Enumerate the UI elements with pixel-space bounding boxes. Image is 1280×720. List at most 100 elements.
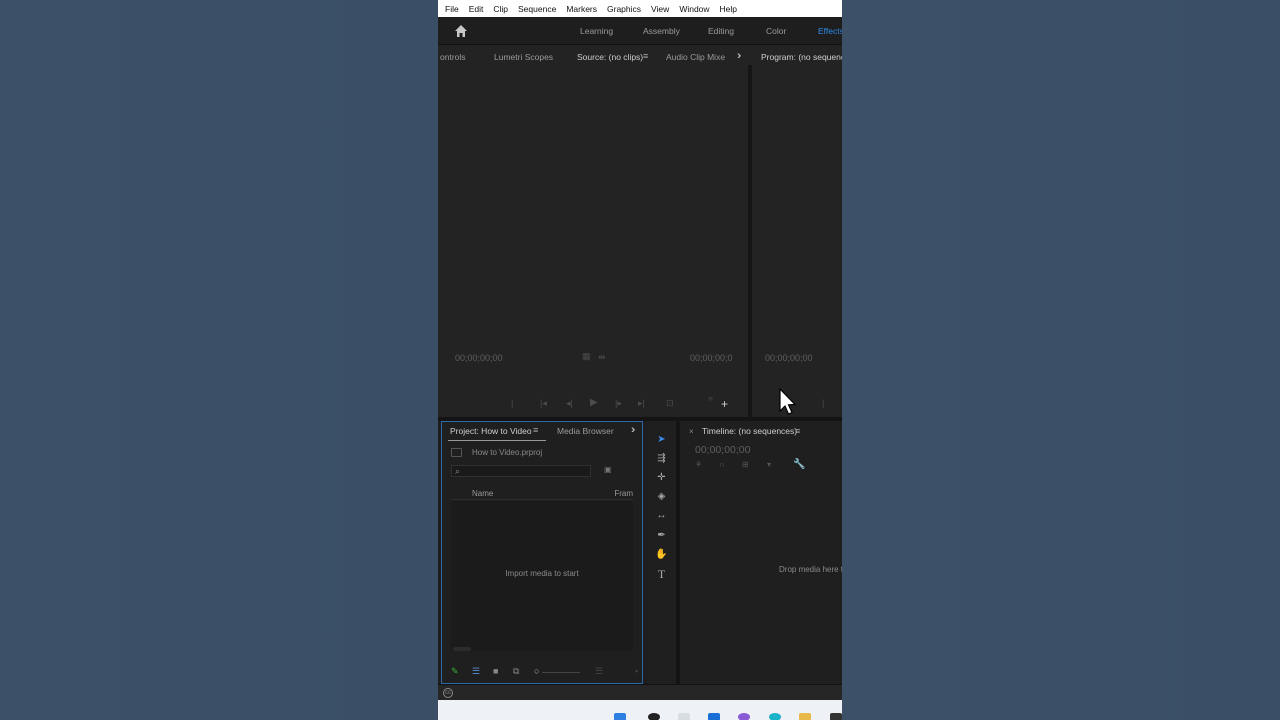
source-monitor[interactable]: 00;00;00;00 ▦ ⇹ 00;00;00;0 | |◂ ◂| ▶ |▸ …: [438, 65, 748, 417]
go-to-out-icon[interactable]: ▸|: [638, 398, 645, 409]
project-folder-icon: [451, 448, 462, 457]
close-icon[interactable]: ×: [689, 427, 694, 436]
timeline-panel-menu-icon[interactable]: ≡: [795, 426, 800, 436]
tab-program-monitor[interactable]: Program: (no sequence: [759, 52, 842, 67]
explorer-icon[interactable]: [799, 713, 811, 720]
linked-selection-icon[interactable]: ⊞: [742, 460, 749, 469]
desktop-left: [0, 0, 438, 720]
tools-panel: ➤ ⇶ ✛ ◈ ↔ ✒ ✋ T: [647, 421, 676, 684]
drop-media-message[interactable]: Drop media here t: [779, 565, 842, 574]
list-view-icon[interactable]: ☰: [472, 666, 480, 677]
column-frame-rate[interactable]: Fram: [614, 489, 633, 498]
new-bin-icon[interactable]: ▣: [604, 465, 612, 474]
task-view-icon[interactable]: [678, 713, 690, 720]
workspace-tab-assembly[interactable]: Assembly: [643, 26, 680, 36]
freeform-view-icon[interactable]: ⧉: [513, 666, 519, 677]
workspace-tab-effects[interactable]: Effects: [818, 26, 842, 36]
menu-help[interactable]: Help: [720, 4, 737, 14]
menu-bar: File Edit Clip Sequence Markers Graphics…: [438, 0, 842, 17]
timeline-title[interactable]: Timeline: (no sequences): [702, 426, 797, 436]
import-media-message[interactable]: Import media to start: [451, 569, 633, 578]
program-monitor[interactable]: 00;00;00;00 |: [752, 65, 842, 417]
source-zoom-icon[interactable]: ▦: [582, 351, 591, 362]
snap-icon[interactable]: ∩: [719, 460, 725, 469]
zoom-slider-handle[interactable]: ○: [534, 666, 539, 676]
mark-in-icon[interactable]: |: [511, 398, 513, 408]
source-panel-menu-icon[interactable]: ≡: [643, 51, 648, 61]
workspace-tab-learning[interactable]: Learning: [580, 26, 613, 36]
creative-cloud-icon[interactable]: cc: [443, 688, 453, 698]
home-icon[interactable]: [454, 24, 468, 38]
play-icon[interactable]: ▶: [590, 397, 598, 408]
overflow-tabs-icon[interactable]: ››: [737, 50, 742, 62]
icon-view-icon[interactable]: ■: [493, 666, 498, 676]
automate-to-sequence-icon[interactable]: ▪: [635, 666, 638, 676]
zoom-slider-track[interactable]: [542, 672, 580, 673]
monitor-area: ontrols Lumetri Scopes Source: (no clips…: [438, 45, 842, 417]
chat-icon[interactable]: [738, 713, 750, 720]
hand-tool-icon[interactable]: ✋: [647, 549, 676, 560]
tab-media-browser[interactable]: Media Browser: [557, 426, 614, 436]
razor-tool-icon[interactable]: ◈: [647, 491, 676, 502]
overflow-controls-icon[interactable]: »: [708, 393, 713, 403]
tab-audio-clip-mixer[interactable]: Audio Clip Mixe: [666, 52, 725, 62]
search-icon: ⌕: [455, 466, 461, 476]
add-marker-icon[interactable]: ▾: [767, 460, 771, 469]
workspace-tab-editing[interactable]: Editing: [708, 26, 734, 36]
sort-icons-icon[interactable]: ☰: [595, 666, 603, 677]
premiere-window: File Edit Clip Sequence Markers Graphics…: [438, 0, 842, 720]
step-back-icon[interactable]: ◂|: [566, 398, 573, 409]
go-to-in-icon[interactable]: |◂: [540, 398, 547, 409]
menu-file[interactable]: File: [445, 4, 459, 14]
source-drag-icon[interactable]: ⇹: [598, 352, 606, 363]
menu-markers[interactable]: Markers: [566, 4, 597, 14]
timeline-panel: × Timeline: (no sequences) ≡ 00;00;00;00…: [680, 421, 842, 684]
tab-lumetri-scopes[interactable]: Lumetri Scopes: [494, 52, 553, 62]
track-select-tool-icon[interactable]: ⇶: [647, 453, 676, 464]
program-mark-in-icon[interactable]: |: [822, 398, 824, 408]
type-tool-icon[interactable]: T: [647, 567, 676, 582]
button-editor-plus-icon[interactable]: +: [721, 397, 728, 411]
workspace-bar: Learning Assembly Editing Color Effects: [438, 17, 842, 45]
status-bar: cc: [438, 684, 842, 700]
mouse-cursor-icon: [779, 388, 797, 415]
tab-effect-controls[interactable]: ontrols: [440, 52, 466, 62]
column-name[interactable]: Name: [472, 489, 493, 498]
desktop-right: [842, 0, 1280, 720]
horizontal-scrollbar[interactable]: [453, 647, 471, 651]
workspace-tab-color[interactable]: Color: [766, 26, 786, 36]
project-panel-menu-icon[interactable]: ≡: [533, 425, 538, 435]
menu-view[interactable]: View: [651, 4, 669, 14]
insert-nest-icon[interactable]: ⚘: [695, 460, 702, 469]
selection-tool-icon[interactable]: ➤: [647, 434, 676, 445]
slip-tool-icon[interactable]: ↔: [647, 510, 676, 521]
menu-window[interactable]: Window: [679, 4, 709, 14]
step-forward-icon[interactable]: |▸: [615, 398, 622, 409]
project-list-header: Name Fram: [451, 486, 633, 500]
menu-edit[interactable]: Edit: [469, 4, 484, 14]
project-overflow-tabs-icon[interactable]: ››: [631, 424, 636, 436]
project-search-input[interactable]: ⌕: [451, 465, 591, 477]
wrench-icon[interactable]: 🔧: [793, 459, 805, 470]
edge-icon[interactable]: [769, 713, 781, 720]
store-icon[interactable]: [830, 713, 842, 720]
menu-sequence[interactable]: Sequence: [518, 4, 556, 14]
menu-graphics[interactable]: Graphics: [607, 4, 641, 14]
tab-project[interactable]: Project: How to Video: [448, 426, 546, 441]
start-icon[interactable]: [614, 713, 626, 720]
write-on-icon[interactable]: ✎: [451, 666, 459, 677]
pen-tool-icon[interactable]: ✒: [647, 530, 676, 541]
source-timecode-current[interactable]: 00;00;00;00: [455, 353, 503, 363]
project-list-body[interactable]: Import media to start: [451, 501, 633, 651]
ripple-edit-tool-icon[interactable]: ✛: [647, 472, 676, 483]
tab-source-monitor[interactable]: Source: (no clips): [574, 52, 658, 67]
program-timecode-current[interactable]: 00;00;00;00: [765, 353, 813, 363]
insert-icon[interactable]: ⊡: [666, 398, 674, 409]
project-file-name: How to Video.prproj: [472, 448, 543, 457]
menu-clip[interactable]: Clip: [493, 4, 508, 14]
taskbar: [438, 700, 842, 720]
widgets-icon[interactable]: [708, 713, 720, 720]
timeline-timecode[interactable]: 00;00;00;00: [695, 444, 750, 456]
search-icon[interactable]: [648, 713, 660, 720]
project-footer: ✎ ☰ ■ ⧉ ○ ☰ ▪: [442, 661, 642, 683]
